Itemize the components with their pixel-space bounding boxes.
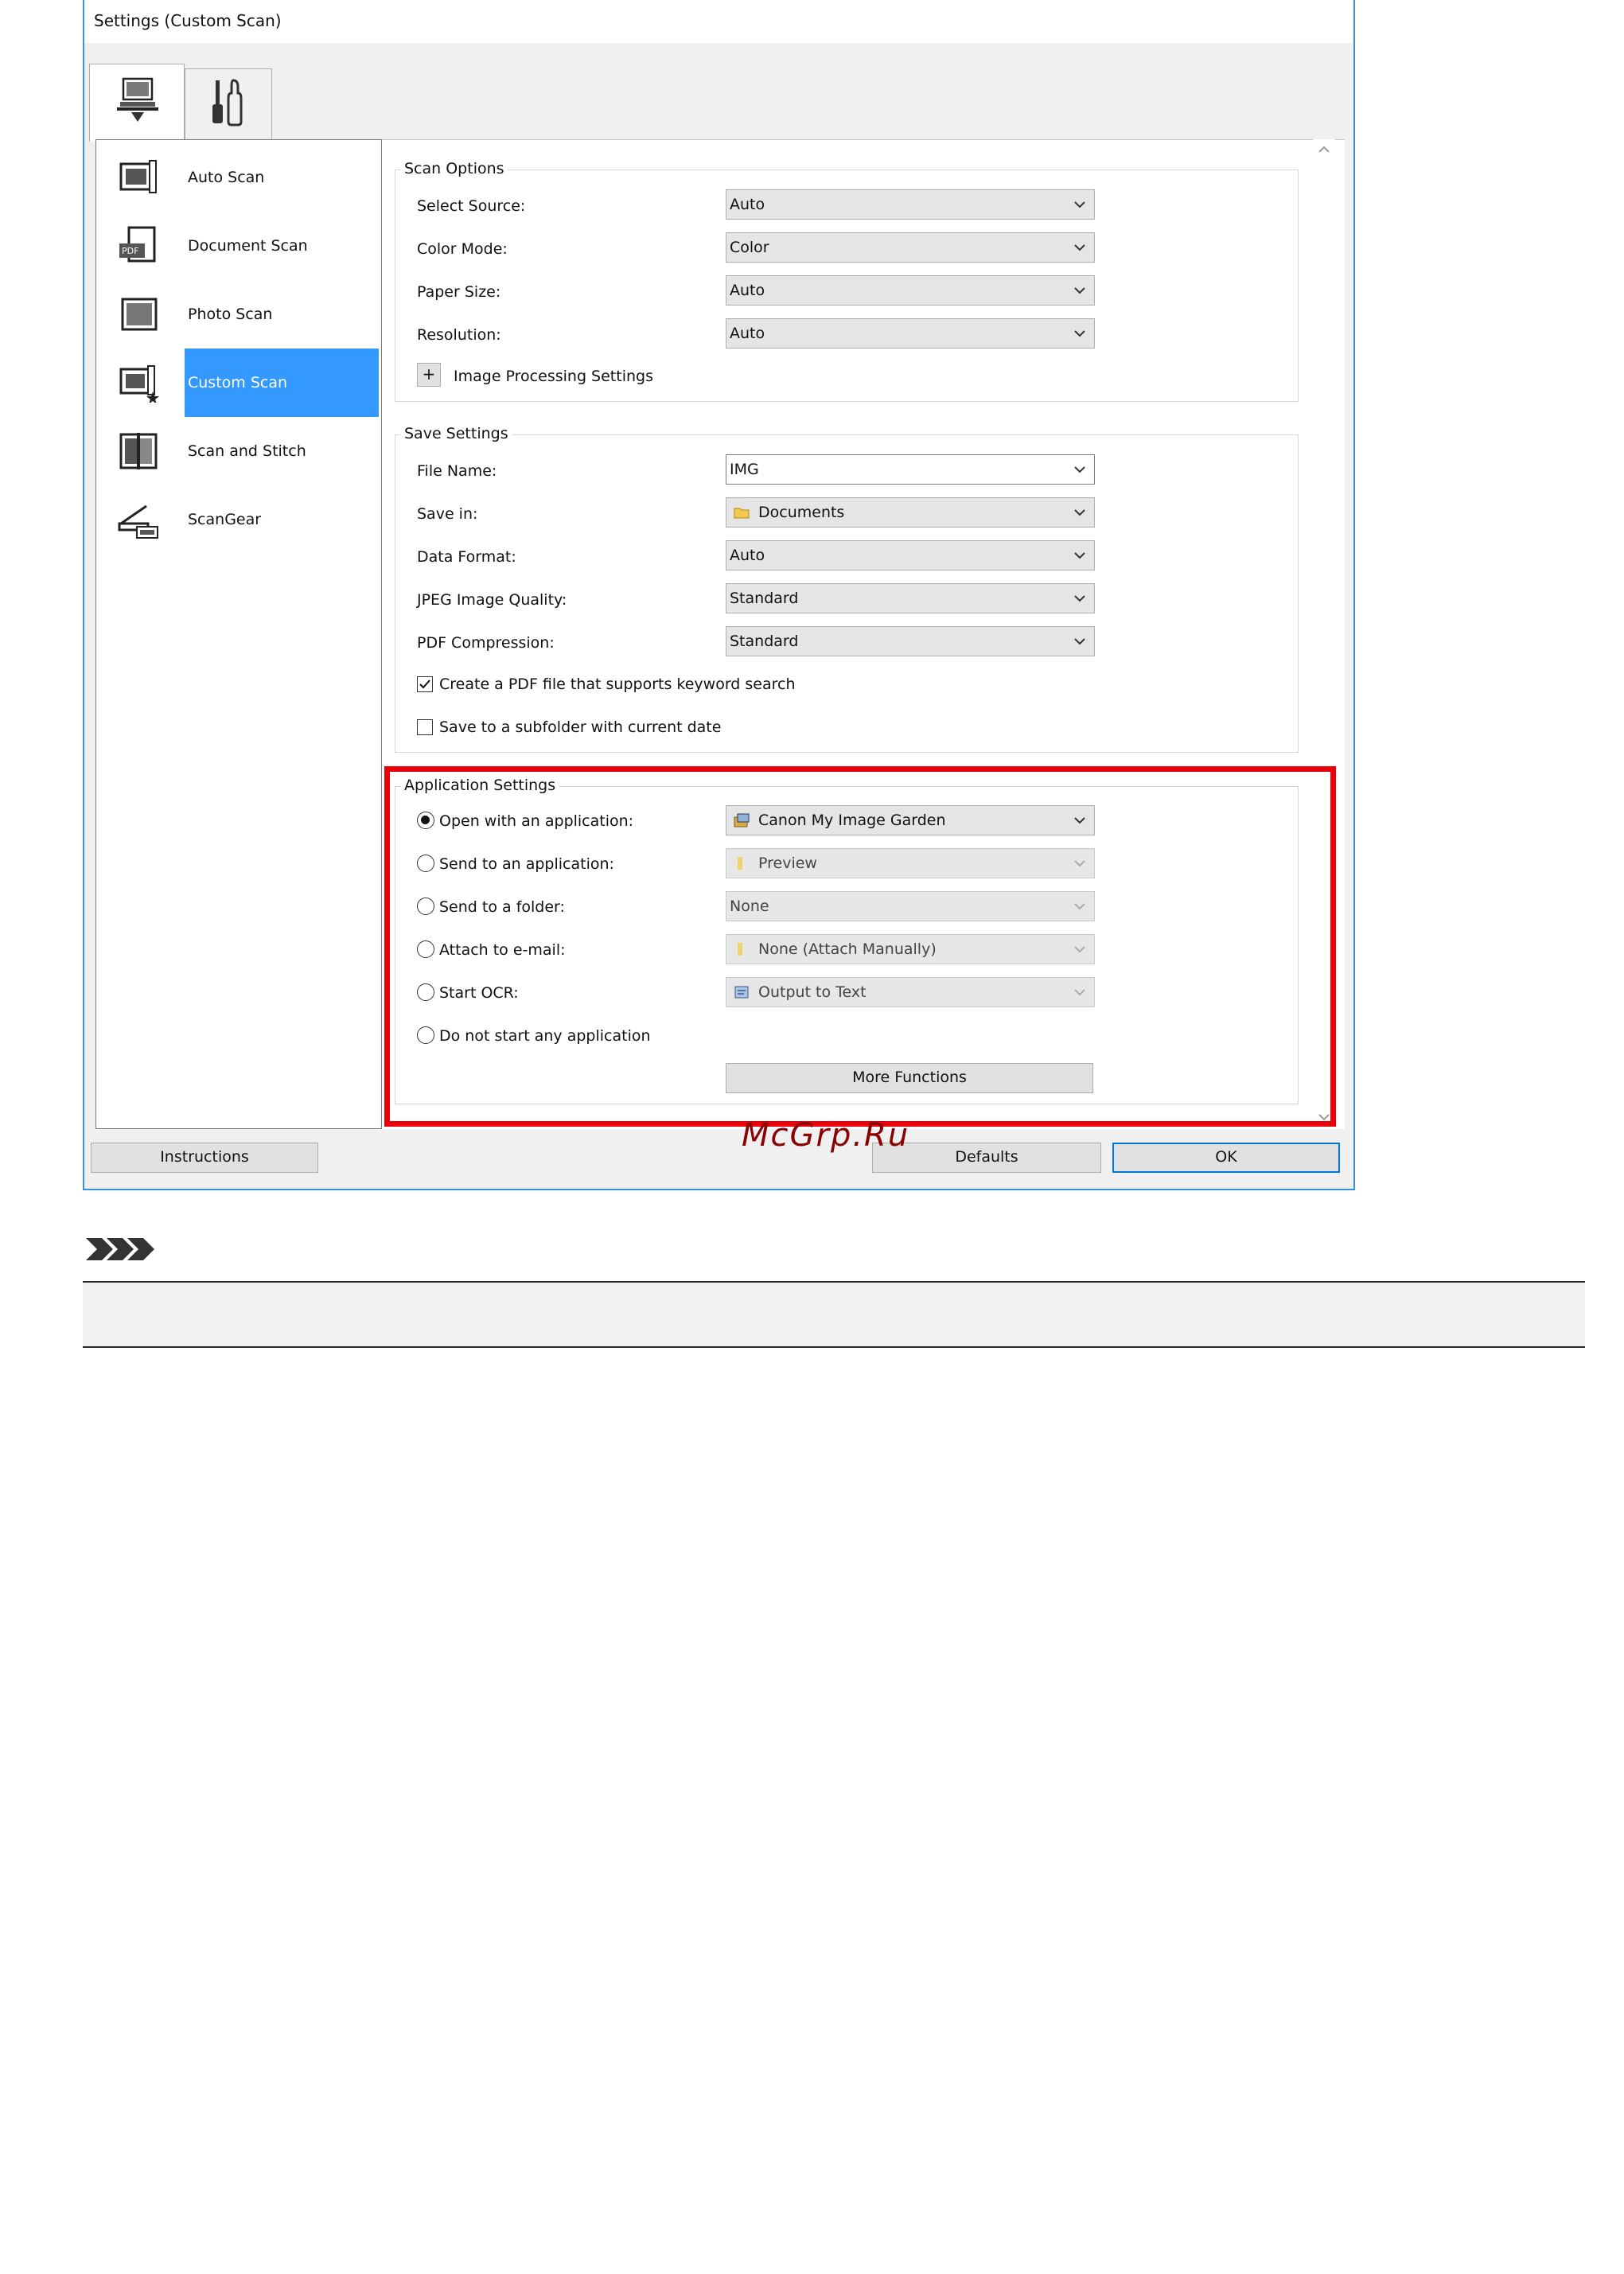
mode-item-photo-scan[interactable]: Photo Scan bbox=[111, 280, 379, 348]
mode-label: Custom Scan bbox=[185, 348, 379, 417]
checkmark-icon bbox=[419, 679, 430, 689]
pdf-compression-dropdown[interactable]: Standard bbox=[726, 626, 1095, 656]
chevron-down-icon bbox=[1074, 201, 1085, 208]
highlight-frame bbox=[384, 766, 1336, 1127]
chevron-down-icon bbox=[1074, 244, 1085, 251]
mode-label: Scan and Stitch bbox=[188, 442, 306, 460]
note-chevrons-icon bbox=[86, 1238, 154, 1260]
subfolder-date-label: Save to a subfolder with current date bbox=[439, 718, 722, 736]
svg-text:PDF: PDF bbox=[122, 246, 138, 256]
scangear-icon bbox=[118, 504, 158, 539]
data-format-value: Auto bbox=[730, 547, 765, 564]
ok-button[interactable]: OK bbox=[1112, 1143, 1340, 1173]
computer-scan-icon bbox=[117, 77, 158, 122]
file-name-value: IMG bbox=[730, 461, 759, 478]
save-in-label: Save in: bbox=[417, 505, 478, 523]
paper-size-label: Paper Size: bbox=[417, 283, 501, 301]
folder-icon bbox=[734, 508, 750, 519]
data-format-dropdown[interactable]: Auto bbox=[726, 540, 1095, 570]
mode-item-scangear[interactable]: ScanGear bbox=[111, 485, 379, 554]
mode-item-scan-and-stitch[interactable]: Scan and Stitch bbox=[111, 417, 379, 485]
data-format-label: Data Format: bbox=[417, 548, 516, 566]
scan-and-stitch-icon bbox=[119, 433, 158, 469]
expand-image-processing-button[interactable]: + bbox=[417, 363, 441, 387]
document-scan-icon: PDF bbox=[119, 226, 156, 263]
select-source-value: Auto bbox=[730, 196, 765, 213]
chevron-down-icon bbox=[1074, 466, 1085, 473]
color-mode-value: Color bbox=[730, 239, 769, 256]
auto-scan-icon bbox=[119, 160, 157, 193]
mode-item-custom-scan[interactable]: Custom Scan bbox=[111, 348, 379, 417]
file-name-combobox[interactable]: IMG bbox=[726, 454, 1095, 485]
resolution-dropdown[interactable]: Auto bbox=[726, 318, 1095, 348]
photo-scan-icon bbox=[121, 298, 158, 331]
mode-item-auto-scan[interactable]: Auto Scan bbox=[111, 143, 379, 212]
jpeg-quality-value: Standard bbox=[730, 590, 799, 607]
resolution-value: Auto bbox=[730, 325, 765, 342]
mode-label: Auto Scan bbox=[188, 169, 265, 186]
tab-scan-from-computer[interactable] bbox=[89, 64, 185, 142]
save-in-dropdown[interactable]: Documents bbox=[726, 497, 1095, 528]
paper-size-value: Auto bbox=[730, 282, 765, 299]
pdf-compression-value: Standard bbox=[730, 633, 799, 650]
mode-label: Photo Scan bbox=[188, 306, 273, 323]
chevron-down-icon bbox=[1074, 287, 1085, 294]
color-mode-dropdown[interactable]: Color bbox=[726, 232, 1095, 263]
mode-label: ScanGear bbox=[188, 511, 262, 528]
keyword-search-pdf-label: Create a PDF file that supports keyword … bbox=[439, 676, 796, 693]
instructions-button[interactable]: Instructions bbox=[91, 1143, 318, 1173]
scroll-up-icon[interactable] bbox=[1316, 142, 1332, 158]
scan-options-title: Scan Options bbox=[401, 159, 508, 178]
keyword-search-pdf-checkbox[interactable] bbox=[417, 676, 433, 692]
tab-general-settings[interactable] bbox=[185, 68, 272, 140]
note-box bbox=[83, 1281, 1585, 1348]
save-in-value: Documents bbox=[758, 504, 845, 521]
subfolder-date-checkbox[interactable] bbox=[417, 719, 433, 735]
chevron-down-icon bbox=[1074, 595, 1085, 602]
paper-size-dropdown[interactable]: Auto bbox=[726, 275, 1095, 306]
save-settings-title: Save Settings bbox=[401, 424, 512, 443]
tools-icon bbox=[212, 79, 243, 127]
resolution-label: Resolution: bbox=[417, 326, 501, 344]
chevron-down-icon bbox=[1074, 330, 1085, 337]
file-name-label: File Name: bbox=[417, 462, 497, 480]
image-processing-settings-label: Image Processing Settings bbox=[454, 368, 653, 385]
jpeg-quality-dropdown[interactable]: Standard bbox=[726, 583, 1095, 613]
chevron-down-icon bbox=[1074, 552, 1085, 559]
window-title: Settings (Custom Scan) bbox=[94, 11, 282, 30]
chevron-down-icon bbox=[1074, 638, 1085, 645]
watermark: McGrp.Ru bbox=[742, 1117, 910, 1154]
jpeg-quality-label: JPEG Image Quality: bbox=[417, 591, 567, 609]
pdf-compression-label: PDF Compression: bbox=[417, 634, 555, 652]
select-source-dropdown[interactable]: Auto bbox=[726, 189, 1095, 220]
mode-label: Document Scan bbox=[188, 237, 308, 255]
select-source-label: Select Source: bbox=[417, 197, 526, 215]
chevron-down-icon bbox=[1074, 509, 1085, 516]
custom-scan-icon bbox=[119, 365, 159, 403]
mode-item-document-scan[interactable]: PDF Document Scan bbox=[111, 212, 379, 280]
color-mode-label: Color Mode: bbox=[417, 240, 508, 258]
